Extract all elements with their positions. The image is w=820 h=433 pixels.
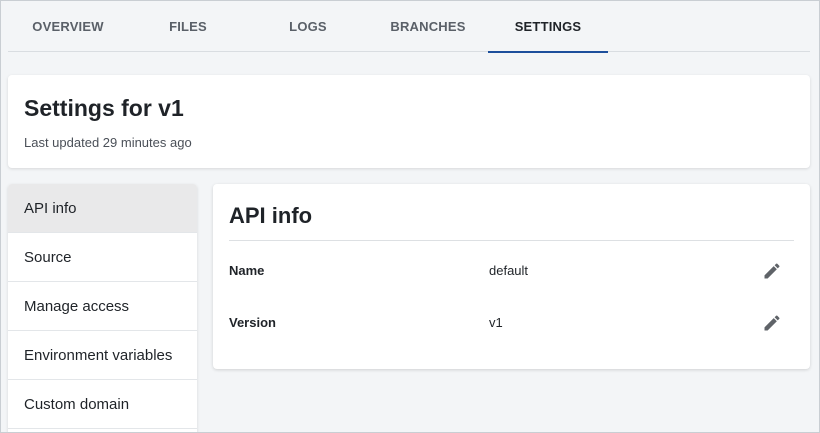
pencil-icon[interactable] (762, 313, 782, 333)
name-label: Name (229, 263, 265, 278)
name-row: Name default (229, 256, 794, 286)
settings-header-card: Settings for v1 Last updated 29 minutes … (8, 75, 810, 168)
sidebar-item-label: Manage access (24, 297, 130, 315)
sidebar-item-api-info[interactable]: API info (8, 184, 197, 233)
page-title: Settings for v1 (24, 95, 184, 121)
tab-files[interactable]: FILES (128, 0, 248, 52)
version-value: v1 (489, 315, 503, 330)
sidebar-item-custom-domain[interactable]: Custom domain (8, 380, 197, 429)
tab-bar: OVERVIEW FILES LOGS BRANCHES SETTINGS (8, 0, 810, 53)
version-row: Version v1 (229, 308, 794, 338)
divider (229, 240, 794, 241)
tab-settings[interactable]: SETTINGS (488, 0, 608, 53)
sidebar-item-label: Source (24, 248, 72, 266)
api-info-card: API info Name default Version v1 (213, 184, 810, 369)
settings-sidebar: API info Source Manage access Environmen… (8, 184, 197, 433)
sidebar-item-label: Environment variables (24, 346, 173, 364)
last-updated-text: Last updated 29 minutes ago (24, 135, 192, 150)
tab-branches[interactable]: BRANCHES (368, 0, 488, 52)
sidebar-item-source[interactable]: Source (8, 233, 197, 282)
sidebar-item-environment-variables[interactable]: Environment variables (8, 331, 197, 380)
sidebar-item-label: API info (24, 199, 77, 217)
section-title: API info (229, 203, 313, 228)
sidebar-item-manage-access[interactable]: Manage access (8, 282, 197, 331)
pencil-icon[interactable] (762, 261, 782, 281)
sidebar-item-label: Custom domain (24, 395, 130, 413)
tab-overview[interactable]: OVERVIEW (8, 0, 128, 52)
tab-logs[interactable]: LOGS (248, 0, 368, 52)
name-value: default (489, 263, 529, 278)
version-label: Version (229, 315, 276, 330)
